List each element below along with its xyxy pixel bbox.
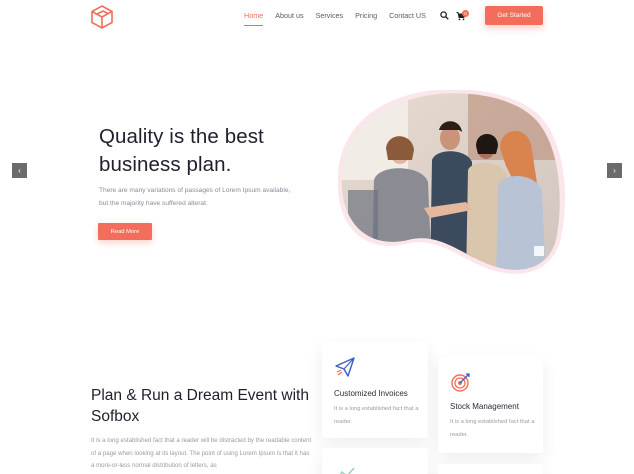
- nav-links: Home About us Services Pricing Contact U…: [244, 11, 438, 26]
- feature-card-partial-2[interactable]: [438, 464, 543, 474]
- navbar: Home About us Services Pricing Contact U…: [0, 0, 634, 34]
- feature-card-partial[interactable]: [322, 448, 428, 474]
- logo-icon[interactable]: [89, 4, 115, 30]
- nav-link-contact[interactable]: Contact US: [389, 11, 426, 20]
- paper-plane-icon: [335, 357, 355, 377]
- card-text: It is a long established fact that a rea…: [450, 419, 535, 438]
- nav-link-about[interactable]: About us: [275, 11, 303, 20]
- nav-link-home[interactable]: Home: [244, 11, 264, 26]
- carousel-prev-button[interactable]: ‹: [12, 163, 27, 178]
- card-title: Stock Management: [450, 402, 519, 411]
- feature-card-invoices[interactable]: Customized Invoices It is a long establi…: [322, 342, 428, 438]
- cart-count-badge: 0: [462, 10, 469, 17]
- feature-icon: [339, 467, 355, 474]
- hero-title-line1: Quality is the best: [99, 125, 264, 148]
- search-icon[interactable]: [440, 11, 449, 20]
- card-text: It is a long established fact that a rea…: [334, 406, 419, 425]
- target-icon: [451, 373, 470, 392]
- get-started-button[interactable]: Get Started: [485, 6, 543, 25]
- card-title: Customized Invoices: [334, 389, 408, 398]
- feature-card-stock[interactable]: Stock Management It is a long establishe…: [438, 357, 543, 453]
- hero-title: Quality is the best business plan.: [99, 123, 329, 179]
- hero-description: There are many variations of passages of…: [99, 187, 291, 207]
- section-description: It is a long established fact that a rea…: [91, 437, 312, 469]
- nav-link-pricing[interactable]: Pricing: [355, 11, 377, 20]
- hero-team-photo: [338, 90, 566, 274]
- carousel-next-button[interactable]: ›: [607, 163, 622, 178]
- nav-link-services[interactable]: Services: [316, 11, 344, 20]
- read-more-button[interactable]: Read More: [98, 223, 152, 240]
- hero-title-line2: business plan.: [99, 153, 232, 176]
- section-title: Plan & Run a Dream Event with Sofbox: [91, 387, 309, 425]
